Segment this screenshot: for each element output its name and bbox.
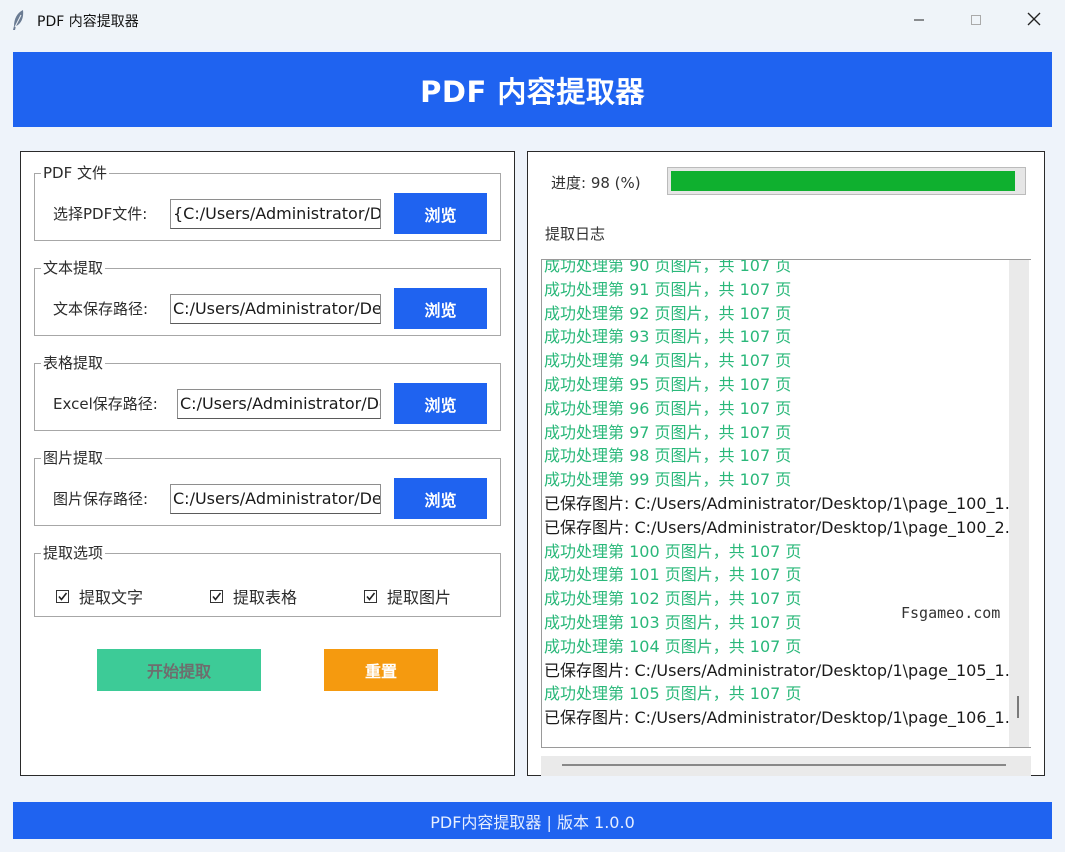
- log-line: 成功处理第 100 页图片，共 107 页: [544, 541, 802, 561]
- log-line: 已保存图片: C:/Users/Administrator/Desktop/1\…: [544, 708, 1010, 728]
- footer-version-text: PDF内容提取器 | 版本 1.0.0: [430, 812, 635, 832]
- text-browse-button[interactable]: 浏览: [394, 288, 487, 329]
- progress-label: 进度: 98 (%): [551, 174, 641, 192]
- checkbox-extract-images[interactable]: 提取图片: [364, 584, 451, 608]
- pdf-browse-button[interactable]: 浏览: [394, 193, 487, 234]
- log-title: 提取日志: [545, 225, 606, 243]
- text-path-label: 文本保存路径:: [53, 300, 149, 318]
- pdf-file-input[interactable]: {C:/Users/Administrator/De: [170, 199, 381, 229]
- image-extract-legend: 图片提取: [41, 449, 106, 467]
- log-line: 成功处理第 105 页图片，共 107 页: [544, 684, 802, 704]
- log-line: 成功处理第 93 页图片，共 107 页: [544, 327, 792, 347]
- log-line: 成功处理第 90 页图片，共 107 页: [544, 259, 792, 275]
- app-title: PDF 内容提取器: [420, 74, 645, 109]
- log-vertical-scrollbar[interactable]: [1009, 260, 1029, 747]
- close-icon: [1027, 11, 1041, 30]
- table-extract-legend: 表格提取: [41, 354, 106, 372]
- log-line: 成功处理第 101 页图片，共 107 页: [544, 565, 802, 585]
- horizontal-scroll-thumb[interactable]: [562, 764, 1006, 766]
- extract-options-legend: 提取选项: [41, 544, 106, 562]
- log-line: 已保存图片: C:/Users/Administrator/Desktop/1\…: [544, 660, 1010, 680]
- progress-bar-fill: [671, 171, 1015, 191]
- minimize-icon: [913, 11, 925, 30]
- checkbox-label: 提取表格: [233, 588, 298, 607]
- text-cursor: [1017, 696, 1019, 718]
- checkbox-label: 提取图片: [387, 588, 452, 607]
- minimize-button[interactable]: [890, 0, 948, 40]
- excel-path-label: Excel保存路径:: [53, 395, 158, 413]
- log-horizontal-scrollbar[interactable]: [541, 756, 1031, 776]
- excel-browse-button[interactable]: 浏览: [394, 383, 487, 424]
- window-title: PDF 内容提取器: [37, 14, 139, 30]
- pdf-file-legend: PDF 文件: [41, 164, 109, 182]
- pdf-file-label: 选择PDF文件:: [53, 205, 148, 223]
- image-path-input[interactable]: C:/Users/Administrator/De: [170, 484, 381, 514]
- text-path-input[interactable]: C:/Users/Administrator/De: [170, 294, 381, 324]
- log-line: 成功处理第 104 页图片，共 107 页: [544, 636, 802, 656]
- app-footer: PDF内容提取器 | 版本 1.0.0: [13, 802, 1052, 839]
- checkbox-extract-tables[interactable]: 提取表格: [210, 584, 297, 608]
- checkbox-label: 提取文字: [79, 588, 144, 607]
- settings-panel: PDF 文件 选择PDF文件: {C:/Users/Administrator/…: [20, 151, 515, 776]
- log-line: 已保存图片: C:/Users/Administrator/Desktop/1\…: [544, 493, 1010, 513]
- log-line: 成功处理第 94 页图片，共 107 页: [544, 351, 792, 371]
- log-line: 成功处理第 92 页图片，共 107 页: [544, 303, 792, 323]
- close-button[interactable]: [1005, 0, 1063, 40]
- progress-log-panel: 进度: 98 (%) 提取日志 成功处理第 90 页图片，共 107 页成功处理…: [527, 151, 1045, 776]
- log-line: 成功处理第 95 页图片，共 107 页: [544, 374, 792, 394]
- start-extract-button[interactable]: 开始提取: [97, 649, 261, 691]
- checkmark-icon: [56, 589, 69, 603]
- log-line: 成功处理第 96 页图片，共 107 页: [544, 398, 792, 418]
- reset-button[interactable]: 重置: [324, 649, 438, 691]
- log-line: 成功处理第 98 页图片，共 107 页: [544, 446, 792, 466]
- image-browse-button[interactable]: 浏览: [394, 478, 487, 519]
- app-header: PDF 内容提取器: [13, 52, 1052, 127]
- excel-path-input[interactable]: C:/Users/Administrator/De: [177, 389, 381, 419]
- checkmark-icon: [210, 589, 223, 603]
- maximize-button[interactable]: [947, 0, 1005, 40]
- log-line: 已保存图片: C:/Users/Administrator/Desktop/1\…: [544, 517, 1010, 537]
- extract-options-group: 提取选项 提取文字 提取表格 提取图片: [34, 544, 501, 617]
- log-textarea[interactable]: 成功处理第 90 页图片，共 107 页成功处理第 91 页图片，共 107 页…: [541, 259, 1031, 748]
- pdf-file-group: PDF 文件 选择PDF文件: {C:/Users/Administrator/…: [34, 164, 501, 241]
- log-line: 成功处理第 99 页图片，共 107 页: [544, 470, 792, 490]
- progress-bar: [667, 167, 1026, 195]
- watermark-text: Fsgameo.com: [901, 604, 1001, 622]
- table-extract-group: 表格提取 Excel保存路径: C:/Users/Administrator/D…: [34, 354, 501, 431]
- image-path-label: 图片保存路径:: [53, 490, 149, 508]
- log-line: 成功处理第 97 页图片，共 107 页: [544, 422, 792, 442]
- maximize-icon: [970, 11, 982, 30]
- log-lines: 成功处理第 90 页图片，共 107 页成功处理第 91 页图片，共 107 页…: [544, 259, 1010, 730]
- image-extract-group: 图片提取 图片保存路径: C:/Users/Administrator/De 浏…: [34, 449, 501, 526]
- feather-icon: [11, 9, 27, 31]
- log-line: 成功处理第 91 页图片，共 107 页: [544, 279, 792, 299]
- checkmark-icon: [364, 589, 377, 603]
- text-extract-legend: 文本提取: [41, 259, 106, 277]
- text-extract-group: 文本提取 文本保存路径: C:/Users/Administrator/De 浏…: [34, 259, 501, 336]
- window-titlebar: PDF 内容提取器: [0, 0, 1065, 40]
- checkbox-extract-text[interactable]: 提取文字: [56, 584, 143, 608]
